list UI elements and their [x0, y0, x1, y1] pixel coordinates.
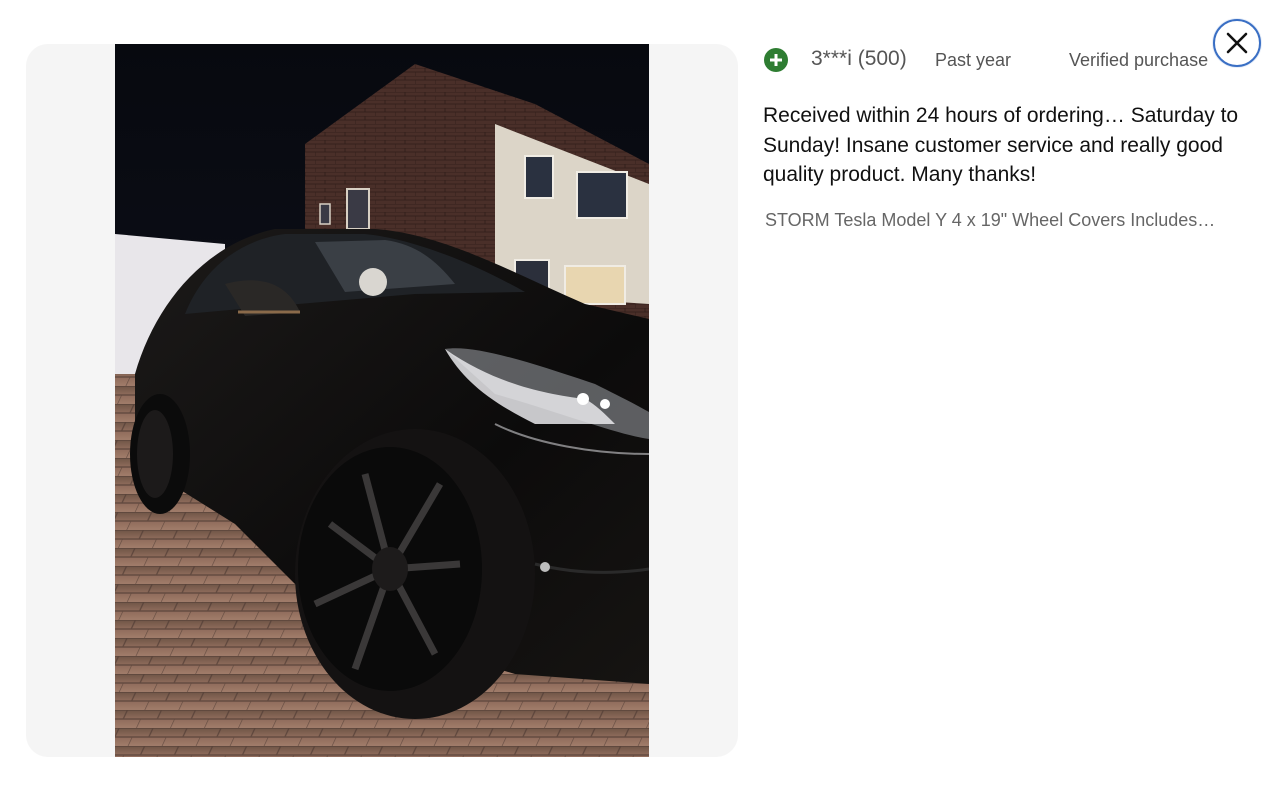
product-title-link[interactable]: STORM Tesla Model Y 4 x 19" Wheel Covers…	[765, 210, 1220, 231]
reviewer-name: 3***i (500)	[811, 47, 907, 70]
review-image-panel	[26, 44, 738, 757]
review-header: 3***i (500) Past year Verified purchase	[763, 44, 1213, 76]
review-date: Past year	[935, 50, 1012, 70]
review-photo[interactable]	[115, 44, 649, 757]
close-button[interactable]	[1213, 19, 1261, 67]
review-photo-modal: 3***i (500) Past year Verified purchase …	[0, 0, 1278, 800]
verified-purchase-label: Verified purchase	[1069, 50, 1209, 70]
close-icon	[1226, 32, 1248, 54]
review-text: Received within 24 hours of ordering… Sa…	[763, 104, 1239, 186]
plus-circle-icon	[764, 48, 788, 72]
